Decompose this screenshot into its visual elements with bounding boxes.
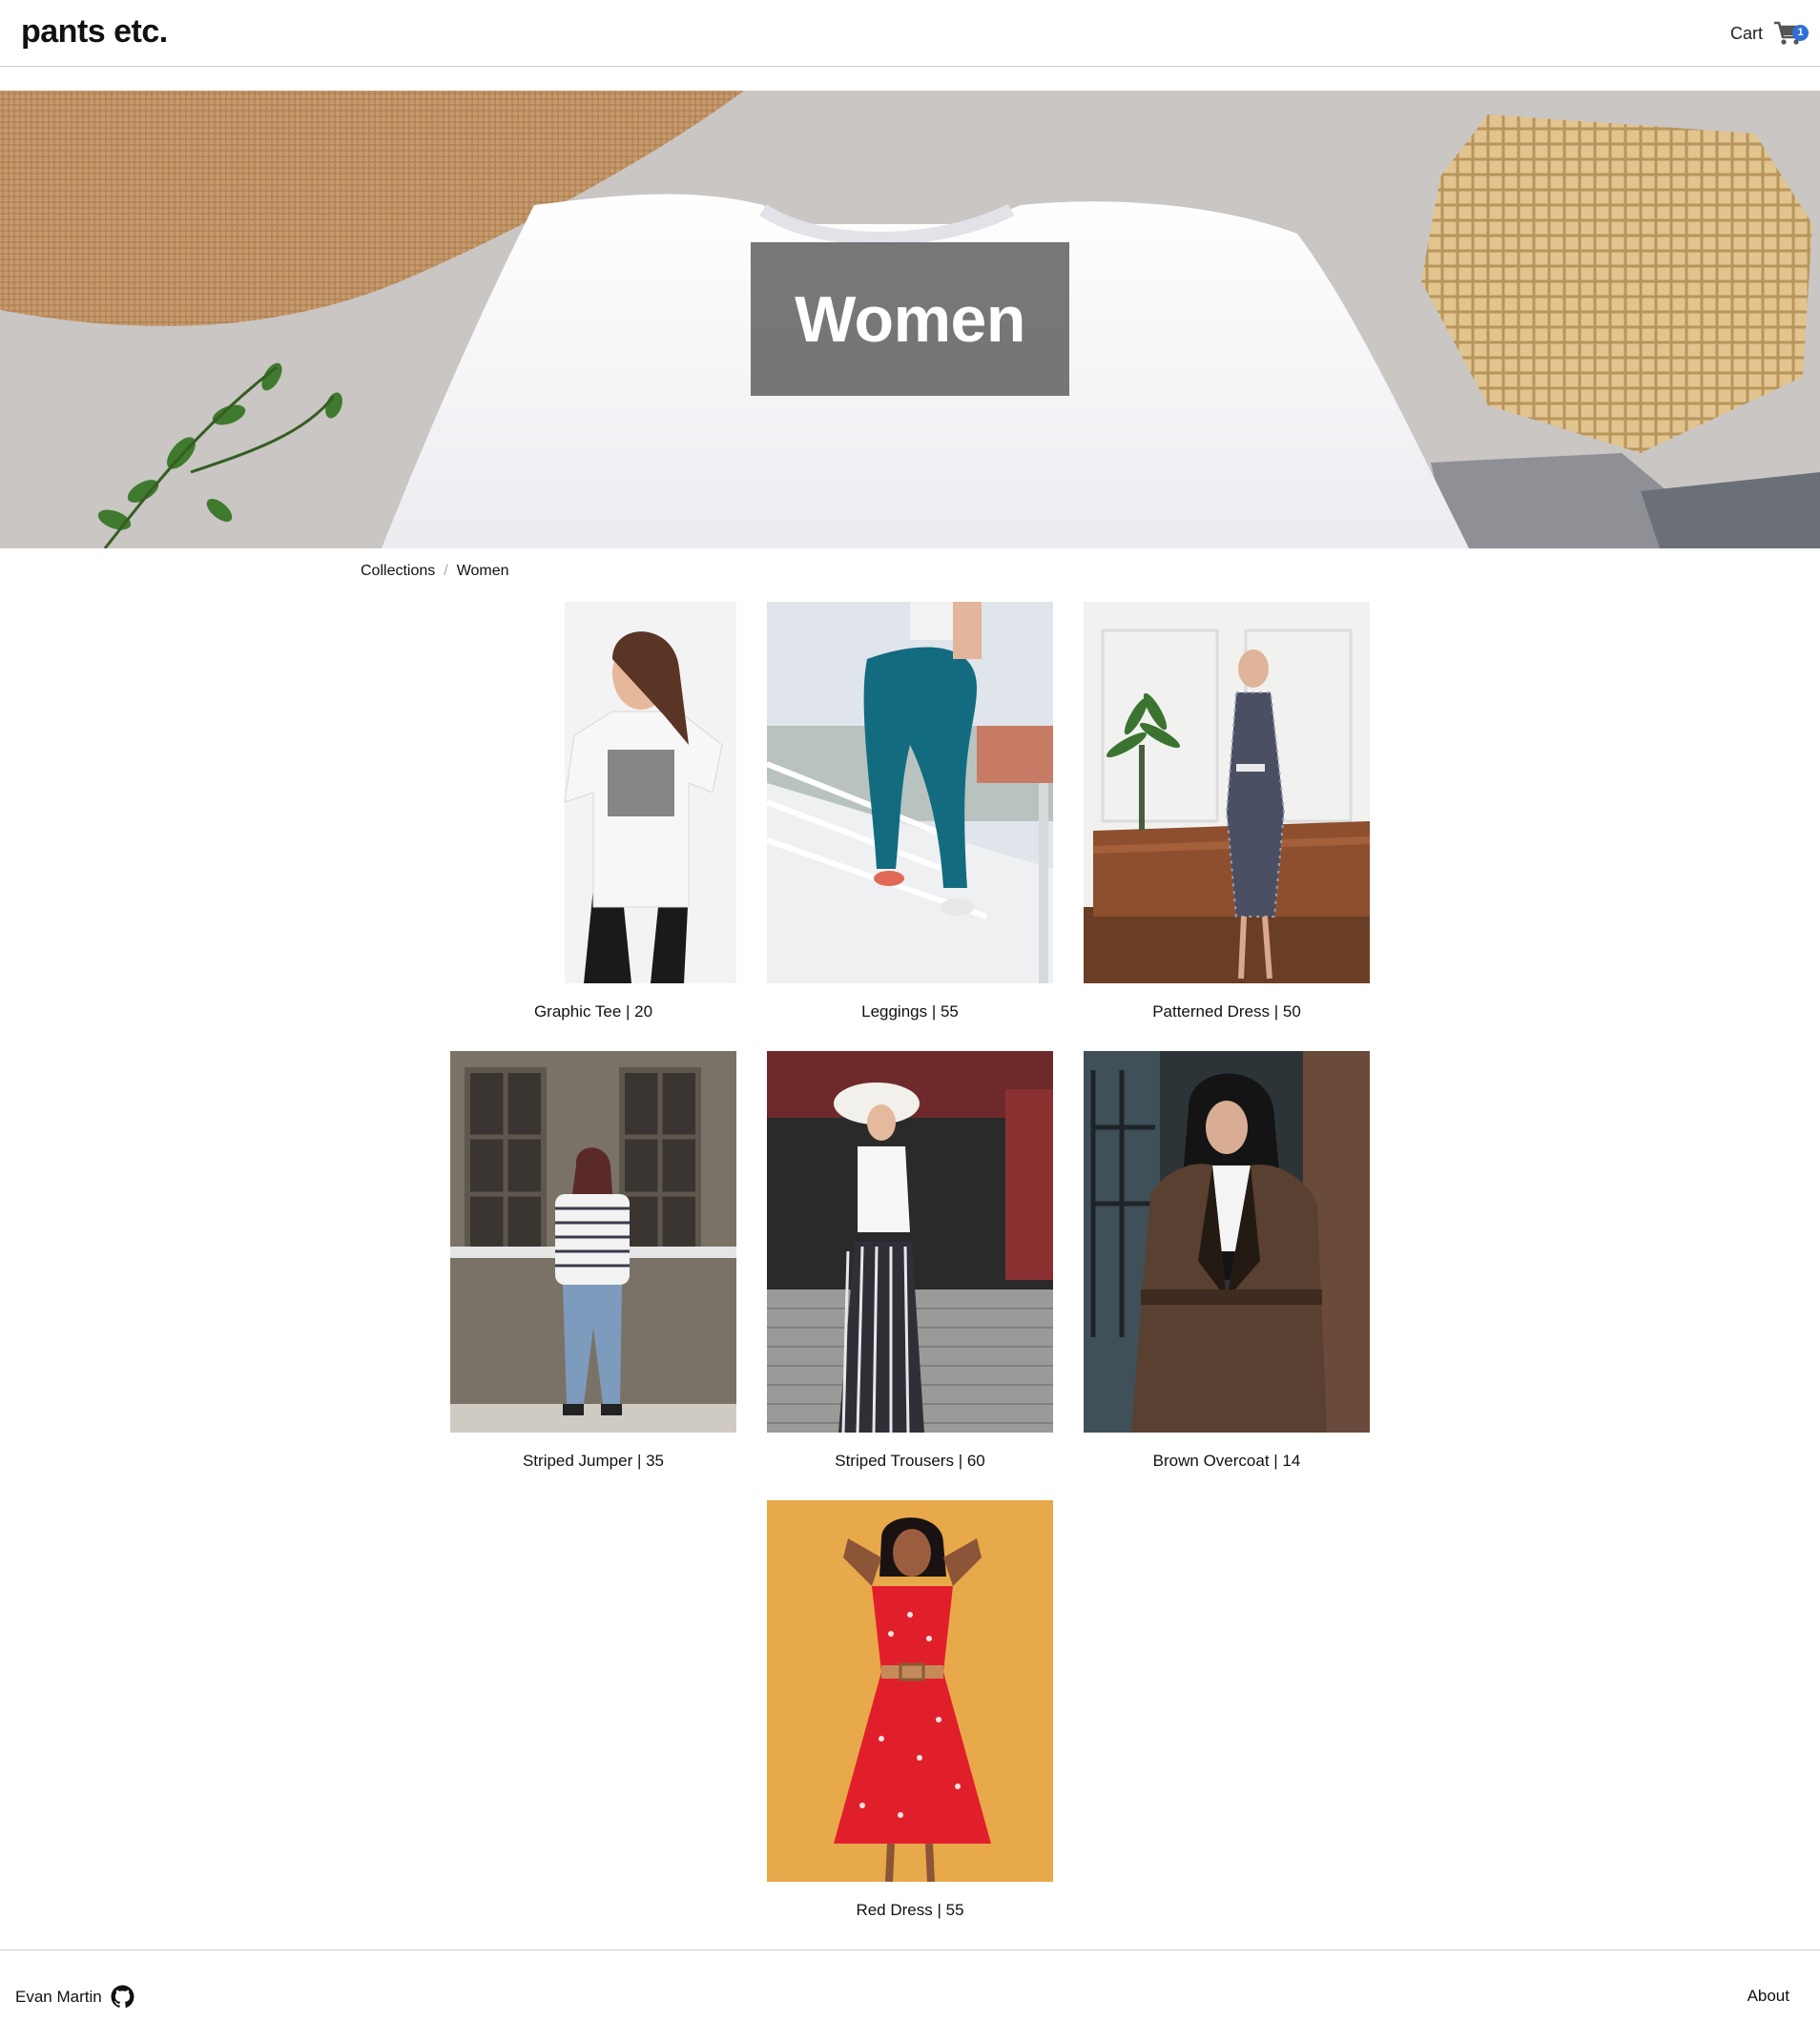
breadcrumb-collections[interactable]: Collections <box>361 563 435 580</box>
breadcrumb-separator: / <box>444 563 448 579</box>
about-link[interactable]: About <box>1748 1987 1789 2006</box>
hero-banner: Women <box>0 91 1820 548</box>
product-caption[interactable]: Striped Trousers | 60 <box>767 1452 1053 1471</box>
product-caption[interactable]: Red Dress | 55 <box>767 1901 1053 1920</box>
product-image[interactable] <box>767 1051 1053 1433</box>
product-image[interactable] <box>450 1051 736 1433</box>
product-image[interactable] <box>767 1500 1053 1882</box>
product-caption[interactable]: Brown Overcoat | 14 <box>1084 1452 1370 1471</box>
hero-title-box: Women <box>751 242 1069 396</box>
cart-icon: 1 <box>1772 19 1809 48</box>
product-image[interactable] <box>1084 1051 1370 1433</box>
breadcrumb: Collections / Women <box>361 563 509 580</box>
product-card-graphic-tee[interactable]: Graphic Tee | 20 <box>450 602 736 1021</box>
cart-label: Cart <box>1729 23 1763 43</box>
github-icon[interactable] <box>111 1985 134 2009</box>
product-caption[interactable]: Patterned Dress | 50 <box>1084 1002 1370 1021</box>
product-card-striped-trousers[interactable]: Striped Trousers | 60 <box>767 1051 1053 1471</box>
product-image[interactable] <box>767 602 1053 983</box>
product-card-patterned-dress[interactable]: Patterned Dress | 50 <box>1084 602 1370 1021</box>
hero-title: Women <box>795 282 1025 356</box>
footer-author: Evan Martin <box>15 1985 134 2009</box>
product-caption[interactable]: Striped Jumper | 35 <box>450 1452 736 1471</box>
site-footer: Evan Martin About <box>0 1949 1820 2042</box>
product-caption[interactable]: Leggings | 55 <box>767 1002 1053 1021</box>
product-card-leggings[interactable]: Leggings | 55 <box>767 602 1053 1021</box>
product-card-brown-overcoat[interactable]: Brown Overcoat | 14 <box>1084 1051 1370 1471</box>
cart-count-badge: 1 <box>1792 25 1809 41</box>
breadcrumb-current: Women <box>456 563 509 579</box>
product-card-red-dress[interactable]: Red Dress | 55 <box>767 1500 1053 1920</box>
cart-button[interactable]: Cart 1 <box>1729 19 1809 48</box>
product-image[interactable] <box>450 602 736 983</box>
site-header: pants etc. Cart 1 <box>0 0 1820 67</box>
site-logo[interactable]: pants etc. <box>21 13 168 51</box>
product-caption[interactable]: Graphic Tee | 20 <box>450 1002 736 1021</box>
author-name: Evan Martin <box>15 1987 102 2006</box>
product-card-striped-jumper[interactable]: Striped Jumper | 35 <box>450 1051 736 1471</box>
product-image[interactable] <box>1084 602 1370 983</box>
